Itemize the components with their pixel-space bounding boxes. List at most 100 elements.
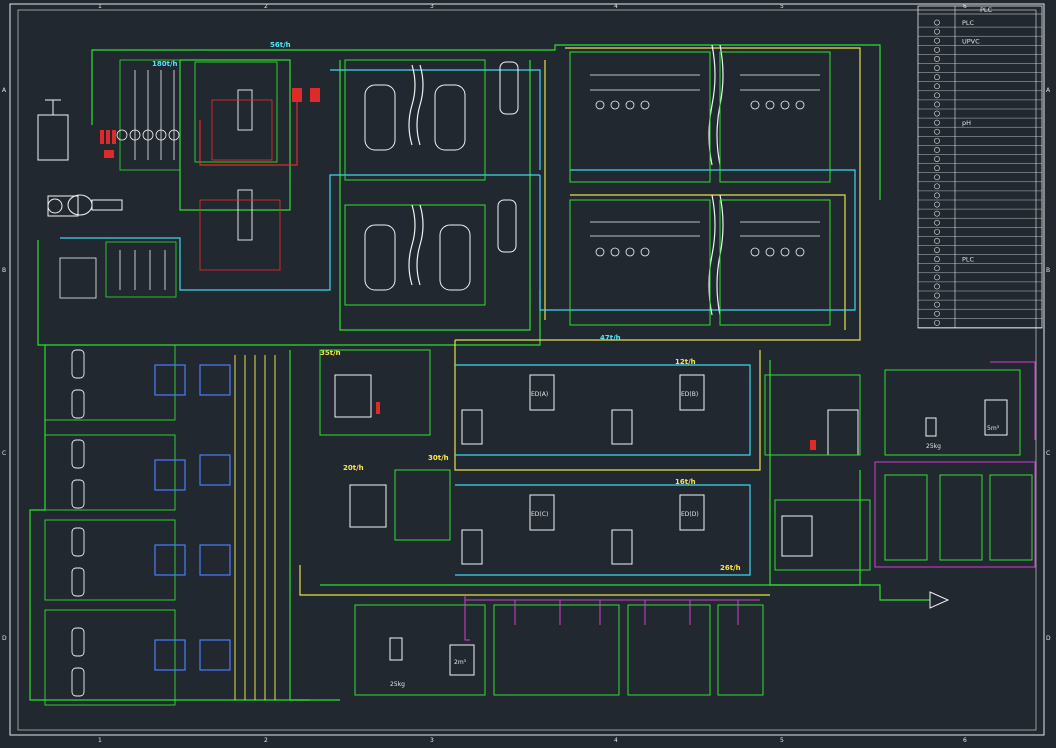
inner-frame <box>17 9 1037 731</box>
membrane-banks <box>154 364 231 671</box>
col-label-5: 5 <box>780 3 784 10</box>
row-label-d-right: D <box>1046 635 1051 642</box>
yellow-mid-main <box>454 340 761 471</box>
degasser-units <box>194 61 281 271</box>
legend-symbol-icon <box>934 56 940 62</box>
legend-symbol-icon <box>934 247 940 253</box>
row-label-c: C <box>2 450 6 457</box>
col-label-6-bottom: 6 <box>963 737 967 744</box>
legend-item-label: PLC <box>962 256 975 264</box>
ed-box-label-2: ED(B) <box>681 391 698 398</box>
legend-symbol-icon <box>934 119 940 126</box>
ro-tank-volume: 2m³ <box>454 659 467 666</box>
intermediate-tanks <box>319 349 451 541</box>
legend-symbol-icon <box>934 156 940 162</box>
legend-symbol-icon <box>934 19 940 26</box>
legend-symbol-icon <box>934 110 940 117</box>
legend-symbol-icon <box>934 92 940 99</box>
right-dose-label: 25kg <box>926 443 941 450</box>
legend-symbol-icon <box>934 210 940 217</box>
ro-racks-upper <box>569 51 831 326</box>
right-mid-tanks <box>764 374 871 571</box>
legend-symbol-icon <box>934 28 940 35</box>
legend-symbol-icon <box>934 292 940 299</box>
flow-label-filter-left: 180t/h <box>152 60 178 68</box>
legend-symbol-icon <box>934 183 940 190</box>
legend-symbol-icon <box>934 238 940 244</box>
col-label-1: 1 <box>98 3 102 10</box>
grid-markers: 1 2 3 4 5 6 1 2 3 4 5 6 A B C D A B C D <box>2 3 1051 744</box>
legend-symbol-icon <box>934 74 940 81</box>
row-label-d: D <box>2 635 7 642</box>
yellow-lower-main <box>299 565 770 596</box>
legend-symbol-icon <box>934 301 940 308</box>
row-label-a-right: A <box>1046 87 1051 94</box>
legend-symbol-icon <box>934 83 940 90</box>
green-left-drop <box>37 240 541 346</box>
flow-label-top-main: 56t/h <box>270 41 291 49</box>
cyan-mid-main <box>455 364 751 456</box>
cad-drawing-canvas: 1 2 3 4 5 6 1 2 3 4 5 6 A B C D A B C D <box>0 0 1056 744</box>
col-label-3: 3 <box>430 3 434 10</box>
process-flow-diagram: 1 2 3 4 5 6 1 2 3 4 5 6 A B C D A B C D <box>2 3 1051 744</box>
right-tank-volume: 5m³ <box>987 425 1000 432</box>
legend-symbol-icon <box>934 283 940 290</box>
flow-label-mid-main: 47t/h <box>600 334 621 342</box>
legend-symbol-icon <box>934 256 940 263</box>
ro-rack-details <box>590 74 820 257</box>
legend-symbol-icon <box>934 310 940 317</box>
col-label-4-bottom: 4 <box>614 737 618 744</box>
row-label-b: B <box>2 267 6 274</box>
lower-left-filter-bank <box>59 241 177 299</box>
legend-item-label: pH <box>962 119 971 127</box>
ro-dose-label: 25kg <box>390 681 405 688</box>
legend-symbol-icon <box>934 201 940 208</box>
cyan-return-2 <box>539 169 856 311</box>
col-label-4: 4 <box>614 3 618 10</box>
bottom-dosing-units <box>354 595 764 696</box>
row-label-a: A <box>2 87 7 94</box>
red-pipe-loop <box>199 102 298 166</box>
col-label-6: 6 <box>963 3 967 10</box>
legend-symbol-icon <box>934 219 940 226</box>
legend-symbol-icon <box>934 165 940 172</box>
flow-label-ro2: 20t/h <box>343 464 364 472</box>
col-label-3-bottom: 3 <box>430 737 434 744</box>
col-label-2-bottom: 2 <box>264 737 268 744</box>
cyan-ed-lower <box>455 484 751 576</box>
ed-box-label-1: ED(A) <box>531 391 548 398</box>
col-label-2: 2 <box>264 3 268 10</box>
yellow-vertical-manifolds <box>234 355 276 700</box>
legend-symbol-icon <box>934 265 940 272</box>
legend-symbol-icon <box>934 37 940 44</box>
legend-symbol-icon <box>934 274 940 281</box>
col-label-1-bottom: 1 <box>98 737 102 744</box>
legend-table: PLC PLC UPVC pH PLC <box>917 5 1043 329</box>
right-dosing-unit <box>874 361 1036 568</box>
legend-symbol-icon <box>934 228 940 235</box>
legend-symbol-icon <box>934 65 940 71</box>
cyan-return-1 <box>60 174 540 291</box>
flow-label-final: 26t/h <box>720 564 741 572</box>
legend-symbol-icon <box>934 46 940 53</box>
flow-label-edi-water: 30t/h <box>428 454 449 462</box>
legend-symbol-icon <box>934 147 940 153</box>
legend-symbol-icon <box>934 174 940 181</box>
green-bottom-main <box>320 584 930 601</box>
col-label-5-bottom: 5 <box>780 737 784 744</box>
legend-symbol-icon <box>934 319 940 326</box>
raw-water-tank <box>37 114 69 161</box>
row-label-c-right: C <box>1046 450 1050 457</box>
ed-box-label-4: ED(D) <box>681 511 699 518</box>
green-main-top <box>91 44 881 200</box>
legend-item-label: UPVC <box>962 37 980 45</box>
row-label-b-right: B <box>1046 267 1050 274</box>
flow-label-ed-top: 12t/h <box>675 358 696 366</box>
legend-item-label: PLC <box>962 19 975 27</box>
legend-symbol-icon <box>934 192 940 199</box>
outlet-arrow <box>929 591 950 609</box>
yellow-right-main <box>455 47 861 341</box>
legend-symbol-icon <box>934 137 940 144</box>
pressure-filter-vessels <box>344 59 519 306</box>
feed-pump-motor <box>67 194 93 216</box>
